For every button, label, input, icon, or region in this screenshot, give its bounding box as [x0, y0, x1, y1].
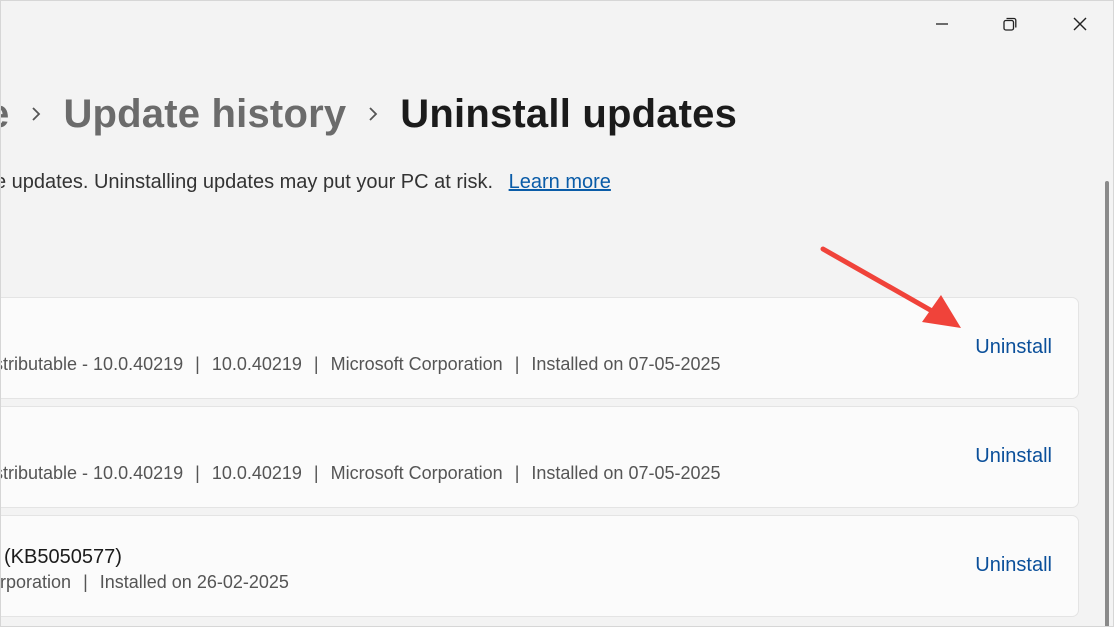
settings-window: e Update history Uninstall updates e upd…	[0, 0, 1114, 627]
update-meta: orporation|Installed on 26-02-2025	[0, 572, 289, 593]
update-title: (KB5050577)	[4, 546, 122, 568]
learn-more-link[interactable]: Learn more	[509, 171, 611, 193]
scrollbar-thumb[interactable]	[1105, 181, 1109, 626]
update-installed-date: Installed on 26-02-2025	[99, 572, 289, 592]
page-description: e updates. Uninstalling updates may put …	[0, 171, 611, 194]
annotation-arrow-icon	[820, 246, 961, 328]
chevron-right-icon	[346, 85, 400, 143]
update-version: 10.0.40219	[211, 354, 302, 374]
update-row: istributable - 10.0.40219 | 10.0.40219 | Mic…	[0, 406, 1079, 508]
minimize-icon	[936, 23, 948, 25]
update-meta: istributable - 10.0.40219 | 10.0.40219 | Mic…	[0, 354, 721, 375]
update-meta: istributable - 10.0.40219 | 10.0.40219 | Mic…	[0, 463, 721, 484]
update-publisher: Microsoft Corporation	[330, 463, 503, 483]
update-publisher: Microsoft Corporation	[330, 354, 503, 374]
close-button[interactable]	[1057, 1, 1103, 47]
update-list: istributable - 10.0.40219 | 10.0.40219 | Mic…	[0, 297, 1079, 624]
update-name: istributable - 10.0.40219	[0, 354, 184, 374]
update-publisher: orporation	[0, 572, 72, 592]
uninstall-button[interactable]: Uninstall	[975, 336, 1052, 359]
close-icon	[1073, 17, 1087, 31]
breadcrumb-item-windows-update[interactable]: e	[1, 92, 9, 137]
breadcrumb-item-update-history[interactable]: Update history	[63, 92, 346, 137]
restore-icon	[1003, 17, 1017, 31]
chevron-right-icon	[9, 85, 63, 143]
page-title: Uninstall updates	[400, 91, 738, 136]
restore-button[interactable]	[987, 1, 1033, 47]
update-installed-date: Installed on 07-05-2025	[531, 463, 721, 483]
breadcrumb: e Update history Uninstall updates	[1, 85, 738, 143]
uninstall-button[interactable]: Uninstall	[975, 554, 1052, 577]
update-name: istributable - 10.0.40219	[0, 463, 184, 483]
uninstall-button[interactable]: Uninstall	[975, 445, 1052, 468]
update-installed-date: Installed on 07-05-2025	[531, 354, 721, 374]
update-version: 10.0.40219	[211, 463, 302, 483]
description-text: e updates. Uninstalling updates may put …	[0, 171, 494, 193]
update-row: (KB5050577) orporation|Installed on 26-0…	[0, 515, 1079, 617]
minimize-button[interactable]	[919, 1, 965, 47]
